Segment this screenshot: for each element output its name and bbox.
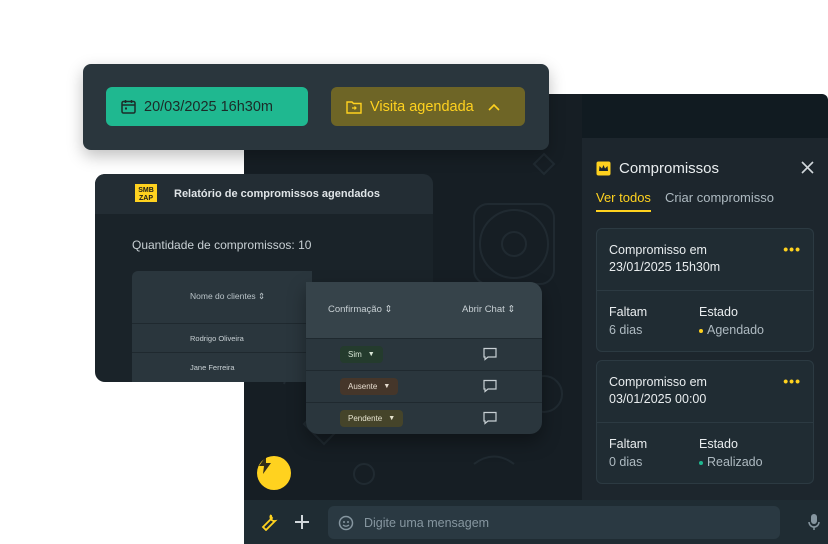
status-dot [699, 328, 703, 333]
state-value-row: Agendado [699, 323, 764, 337]
chevron-down-icon: ▼ [367, 351, 375, 358]
remaining-column: Faltam 6 dias [609, 305, 647, 337]
remaining-label: Faltam [609, 437, 648, 451]
more-icon[interactable]: ••• [783, 241, 801, 257]
card-datetime: 23/01/2025 15h30m [609, 260, 721, 274]
status-label: Visita agendada [370, 98, 474, 115]
svg-text:SMB: SMB [138, 187, 154, 194]
panel-title: Compromissos [619, 160, 720, 177]
column-confirmation-label: Confirmação [328, 304, 382, 315]
chevron-down-icon: ▼ [388, 415, 396, 422]
client-name: Rodrigo Oliveira [190, 334, 244, 343]
table-row: Sim ▼ [306, 338, 542, 370]
remaining-label: Faltam [609, 305, 648, 319]
card-datetime: 03/01/2025 00:00 [609, 392, 707, 406]
tab-criar-compromisso[interactable]: Criar compromisso [665, 190, 774, 212]
column-header-open-chat[interactable]: Abrir Chat ⇕ [462, 304, 515, 315]
status-dot [699, 460, 703, 465]
message-input[interactable]: Digite uma mensagem [328, 506, 780, 539]
date-label: 20/03/2025 16h30m [144, 98, 273, 115]
appointment-toolbar: 20/03/2025 16h30m Visita agendada [83, 64, 549, 150]
client-name: Jane Ferreira [190, 363, 235, 372]
column-chat-label: Abrir Chat [462, 304, 505, 315]
brand-logo: SMBZAP [135, 184, 157, 202]
appointment-card[interactable]: Compromisso em 03/01/2025 00:00 ••• Falt… [596, 360, 814, 484]
appointments-panel: Compromissos Ver todos Criar compromisso… [582, 138, 828, 500]
sticker-icon[interactable] [338, 515, 354, 531]
chevron-down-icon: ▼ [383, 383, 391, 390]
chat-icon[interactable] [483, 347, 497, 361]
message-placeholder: Digite uma mensagem [364, 515, 490, 530]
column-header-confirmation[interactable]: Confirmação ⇕ [328, 304, 392, 315]
state-value-row: Realizado [699, 455, 763, 469]
sort-icon: ⇕ [507, 304, 516, 315]
column-header-name[interactable]: Nome do clientes ⇕ [190, 291, 265, 302]
table-row[interactable]: Rodrigo Oliveira [132, 323, 312, 352]
table-row[interactable]: Jane Ferreira [132, 352, 312, 381]
table-header: Confirmação ⇕ Abrir Chat ⇕ [306, 282, 542, 338]
state-value: Realizado [707, 455, 763, 469]
chat-icon[interactable] [483, 379, 497, 393]
calendar-icon [121, 100, 136, 114]
state-label: Estado [699, 437, 738, 451]
state-label: Estado [699, 305, 738, 319]
confirmation-value: Pendente [348, 414, 383, 423]
wrench-icon [261, 514, 278, 531]
card-details: Faltam 0 dias Estado Realizado [597, 423, 813, 483]
card-title: Compromisso em [609, 375, 707, 389]
confirmation-value: Sim [348, 350, 362, 359]
app-stage: Compromissos Ver todos Criar compromisso… [0, 0, 828, 544]
report-header: SMB ZAP Relatório de compromissos agendad… [95, 174, 433, 214]
remaining-column: Faltam 0 dias [609, 437, 647, 469]
crown-icon [596, 161, 611, 176]
report-title: Relatório de compromissos agendados [174, 188, 380, 200]
close-button[interactable] [801, 159, 814, 177]
confirmation-select[interactable]: Pendente ▼ [340, 410, 404, 427]
appointment-card[interactable]: Compromisso em 23/01/2025 15h30m ••• Fal… [596, 228, 814, 352]
tools-button[interactable] [257, 510, 281, 534]
svg-text:ZAP: ZAP [139, 195, 153, 202]
appointments-count: Quantidade de compromissos: 10 [132, 238, 312, 252]
confirmation-table: Confirmação ⇕ Abrir Chat ⇕ Sim ▼ Ausente ▼… [306, 282, 542, 434]
column-name-label: Nome do clientes [190, 291, 256, 301]
tab-ver-todos[interactable]: Ver todos [596, 190, 651, 212]
remaining-value: 0 dias [609, 455, 643, 469]
sort-icon: ⇕ [384, 304, 393, 315]
confirmation-select[interactable]: Sim ▼ [340, 346, 383, 363]
panel-tabs: Ver todos Criar compromisso [596, 190, 774, 212]
clients-table: Nome do clientes ⇕ Rodrigo Oliveira Jane… [132, 271, 312, 382]
card-header: Compromisso em 23/01/2025 15h30m ••• [597, 229, 813, 291]
date-button[interactable]: 20/03/2025 16h30m [106, 87, 308, 126]
attach-button[interactable] [290, 510, 314, 534]
state-value: Agendado [707, 323, 765, 337]
mic-icon [808, 514, 820, 530]
confirmation-value: Ausente [348, 382, 378, 391]
card-details: Faltam 6 dias Estado Agendado [597, 291, 813, 351]
remaining-value: 6 dias [609, 323, 643, 337]
bolt-icon [259, 456, 271, 474]
chat-icon[interactable] [483, 411, 497, 425]
confirmation-select[interactable]: Ausente ▼ [340, 378, 399, 395]
more-icon[interactable]: ••• [783, 373, 801, 389]
panel-header: Compromissos [596, 160, 719, 177]
state-column: Estado Realizado [699, 437, 763, 469]
status-dropdown[interactable]: Visita agendada [331, 87, 525, 126]
card-header: Compromisso em 03/01/2025 00:00 ••• [597, 361, 813, 423]
close-icon [801, 161, 814, 174]
chevron-up-icon [488, 103, 500, 111]
table-row: Pendente ▼ [306, 402, 542, 434]
card-title: Compromisso em [609, 243, 707, 257]
state-column: Estado Agendado [699, 305, 764, 337]
table-row: Ausente ▼ [306, 370, 542, 402]
voice-button[interactable] [802, 510, 826, 534]
composer-bar: Digite uma mensagem [244, 500, 828, 544]
plus-icon [295, 515, 309, 529]
folder-icon [346, 100, 362, 114]
quick-action-button[interactable] [257, 456, 291, 490]
sort-icon: ⇕ [258, 291, 266, 301]
